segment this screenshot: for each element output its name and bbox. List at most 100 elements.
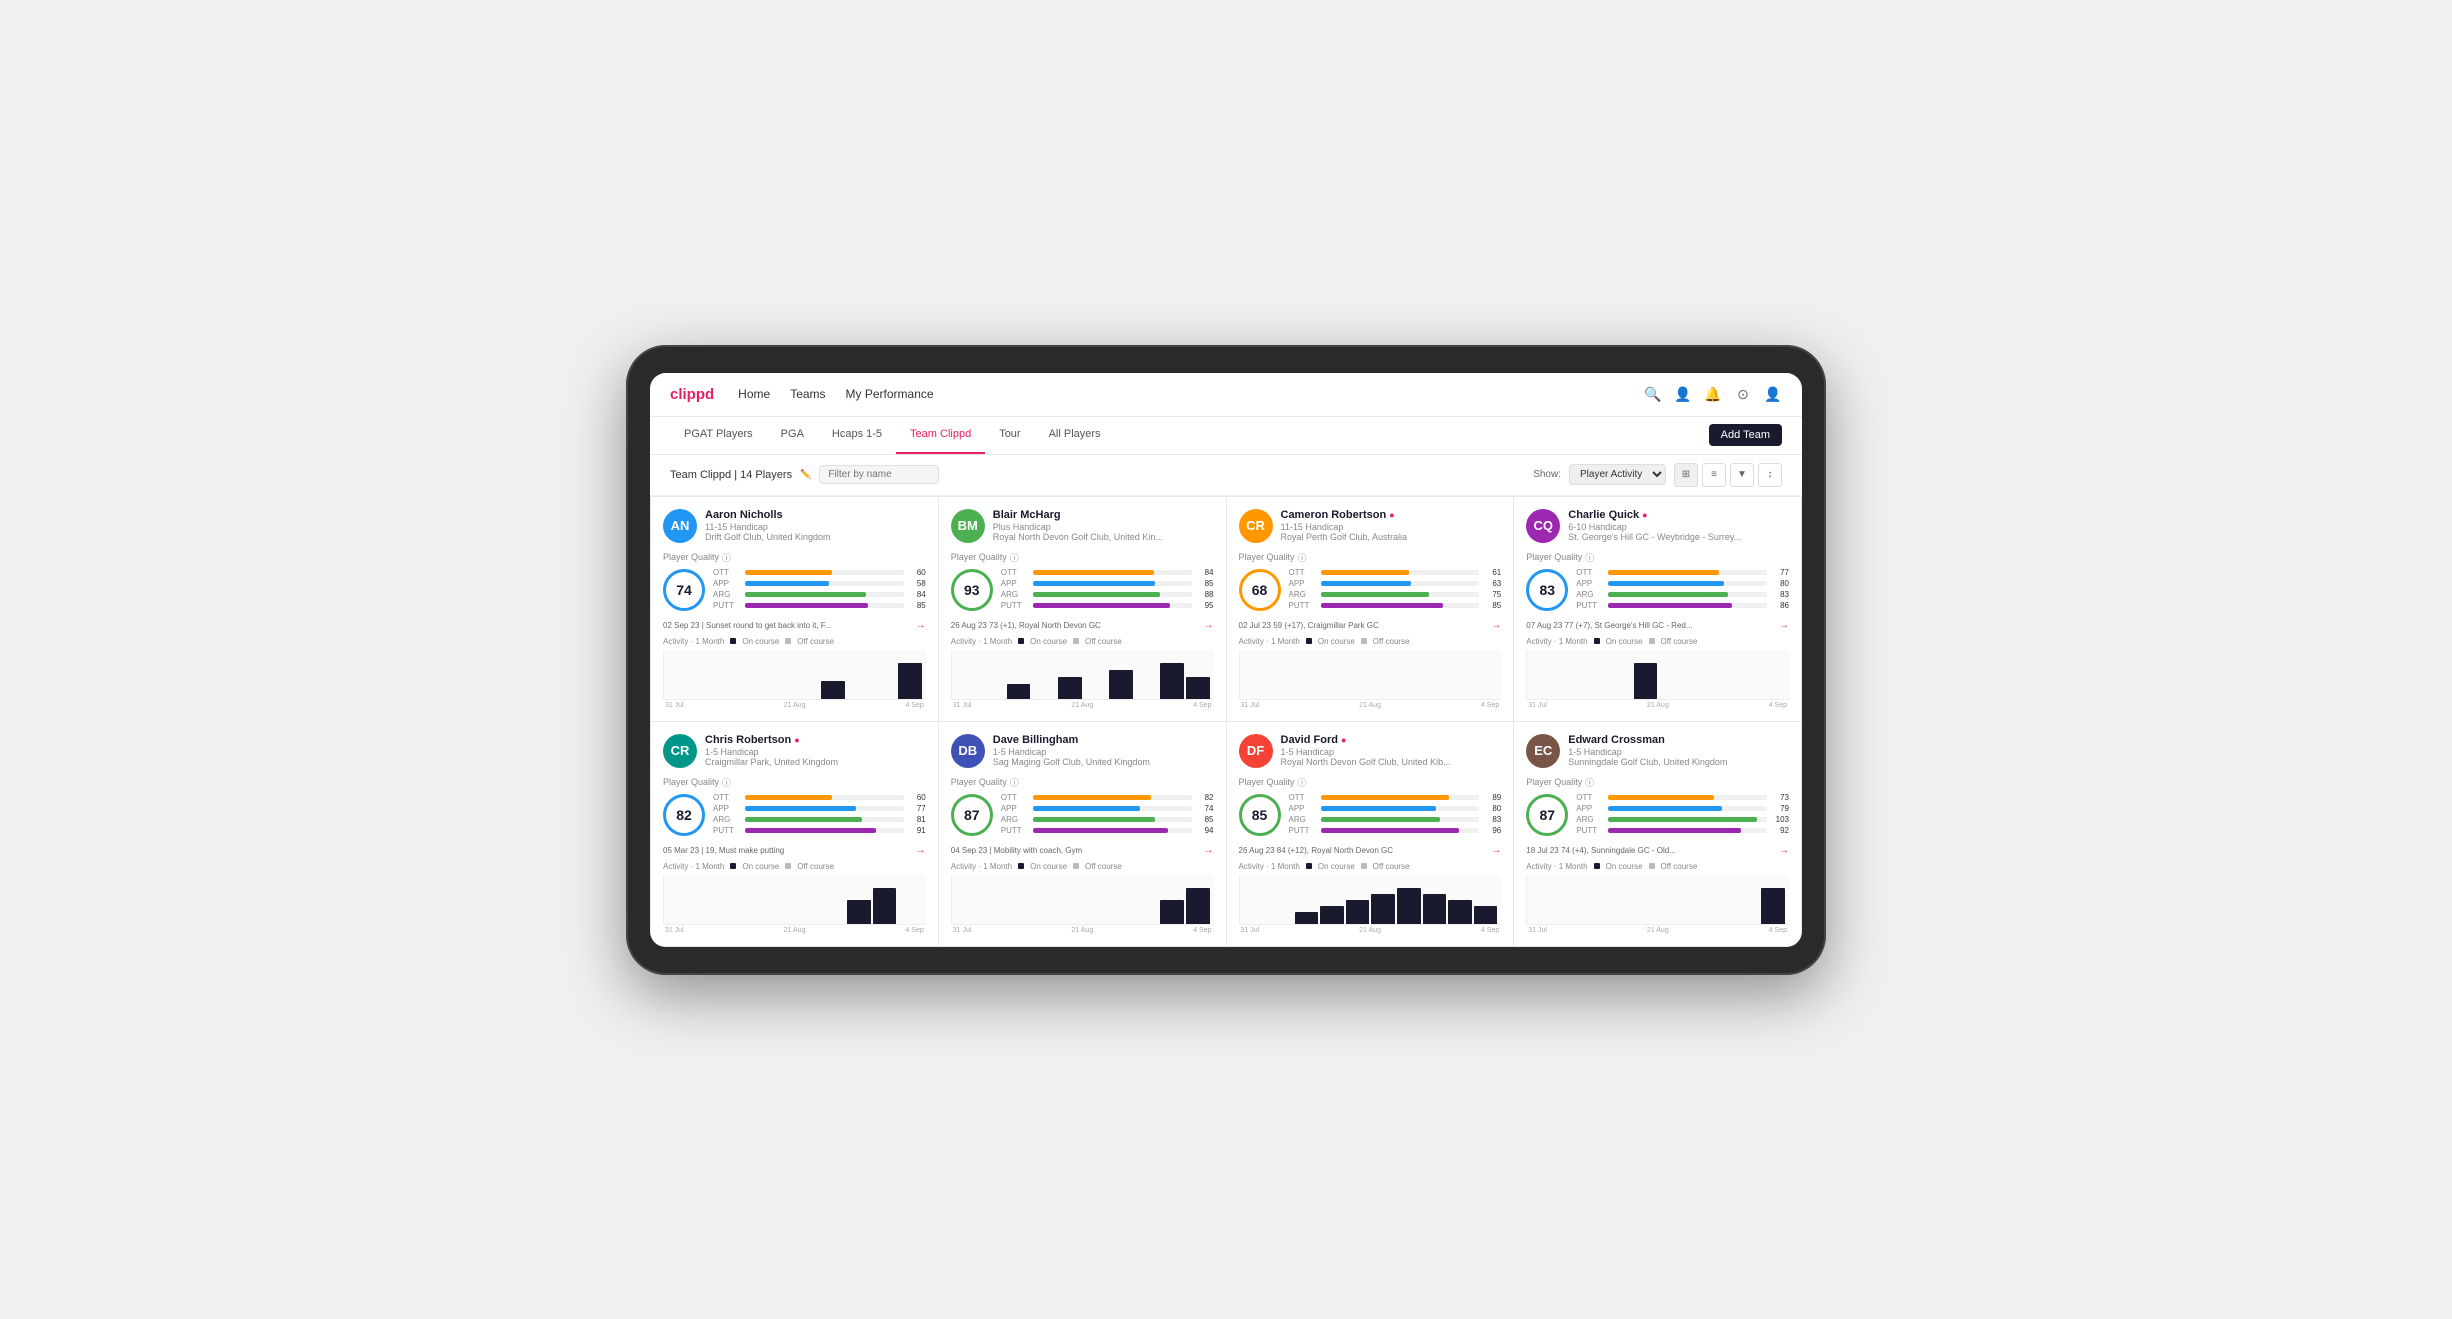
quality-score[interactable]: 85: [1239, 794, 1281, 836]
stat-value: 60: [908, 568, 926, 577]
date-start: 31 Jul: [953, 702, 972, 709]
latest-round[interactable]: 02 Sep 23 | Sunset round to get back int…: [663, 620, 926, 631]
latest-round[interactable]: 02 Jul 23 59 (+17), Craigmillar Park GC …: [1239, 620, 1502, 631]
stat-value: 61: [1483, 568, 1501, 577]
add-team-button[interactable]: Add Team: [1709, 424, 1782, 446]
quality-content: 68 OTT 61 APP 63 ARG: [1239, 568, 1502, 612]
chart-dates: 31 Jul 21 Aug 4 Sep: [1526, 702, 1789, 709]
search-input[interactable]: [819, 465, 939, 484]
sub-nav: PGAT Players PGA Hcaps 1-5 Team Clippd T…: [650, 417, 1802, 455]
activity-title: Activity · 1 Month: [1526, 637, 1587, 646]
settings-icon[interactable]: ⊙: [1734, 385, 1752, 403]
chart-area: [1526, 650, 1789, 700]
quality-score[interactable]: 74: [663, 569, 705, 611]
tab-all-players[interactable]: All Players: [1035, 417, 1115, 454]
player-name[interactable]: David Ford ●: [1281, 734, 1502, 746]
stat-row: ARG 84: [713, 590, 926, 599]
player-name[interactable]: Chris Robertson ●: [705, 734, 926, 746]
stat-name: APP: [1289, 579, 1317, 588]
player-card[interactable]: CQ Charlie Quick ● 6-10 Handicap St. Geo…: [1514, 497, 1801, 721]
player-card[interactable]: CR Cameron Robertson ● 11-15 Handicap Ro…: [1227, 497, 1514, 721]
off-course-label: Off course: [797, 862, 834, 871]
player-card[interactable]: EC Edward Crossman 1-5 Handicap Sunningd…: [1514, 722, 1801, 946]
sub-nav-tabs: PGAT Players PGA Hcaps 1-5 Team Clippd T…: [670, 417, 1115, 454]
player-name[interactable]: Cameron Robertson ●: [1281, 509, 1502, 521]
player-card[interactable]: CR Chris Robertson ● 1-5 Handicap Craigm…: [651, 722, 938, 946]
latest-round[interactable]: 26 Aug 23 84 (+12), Royal North Devon GC…: [1239, 845, 1502, 856]
tab-team-clippd[interactable]: Team Clippd: [896, 417, 985, 454]
player-card[interactable]: DF David Ford ● 1-5 Handicap Royal North…: [1227, 722, 1514, 946]
player-club: Sag Maging Golf Club, United Kingdom: [993, 757, 1214, 767]
on-course-label: On course: [742, 862, 779, 871]
activity-label: Activity · 1 Month On course Off course: [1526, 637, 1789, 646]
chart-bar: [1346, 900, 1370, 924]
grid-view-icon[interactable]: ⊞: [1674, 463, 1698, 487]
quality-label: Player Quality ⓘ: [1239, 776, 1502, 789]
stat-bar-container: [1033, 592, 1192, 597]
quality-score[interactable]: 87: [951, 794, 993, 836]
quality-section: Player Quality ⓘ 85 OTT 89 APP 80: [1239, 776, 1502, 837]
nav-home[interactable]: Home: [738, 387, 770, 401]
latest-round-text: 05 Mar 23 | 19, Must make putting: [663, 846, 784, 855]
quality-label: Player Quality ⓘ: [1526, 551, 1789, 564]
latest-round[interactable]: 26 Aug 23 73 (+1), Royal North Devon GC …: [951, 620, 1214, 631]
latest-round[interactable]: 07 Aug 23 77 (+7), St George's Hill GC -…: [1526, 620, 1789, 631]
chart-area: [1239, 875, 1502, 925]
stat-row: APP 80: [1289, 804, 1502, 813]
stat-bar-container: [1033, 817, 1192, 822]
quality-score[interactable]: 82: [663, 794, 705, 836]
chart-area: [663, 650, 926, 700]
stats-table: OTT 60 APP 77 ARG 81 PU: [713, 793, 926, 837]
quality-content: 87 OTT 73 APP 79 ARG: [1526, 793, 1789, 837]
quality-score[interactable]: 83: [1526, 569, 1568, 611]
player-club: Drift Golf Club, United Kingdom: [705, 532, 926, 542]
player-card[interactable]: BM Blair McHarg Plus Handicap Royal Nort…: [939, 497, 1226, 721]
on-course-legend: [1594, 863, 1600, 869]
filter-icon[interactable]: ▼: [1730, 463, 1754, 487]
stat-bar: [1321, 603, 1444, 608]
quality-score[interactable]: 87: [1526, 794, 1568, 836]
search-icon[interactable]: 🔍: [1644, 385, 1662, 403]
latest-round[interactable]: 18 Jul 23 74 (+4), Sunningdale GC - Old.…: [1526, 845, 1789, 856]
latest-round[interactable]: 04 Sep 23 | Mobility with coach, Gym →: [951, 845, 1214, 856]
profile-icon[interactable]: 👤: [1674, 385, 1692, 403]
player-name[interactable]: Edward Crossman: [1568, 734, 1789, 746]
tab-pgat-players[interactable]: PGAT Players: [670, 417, 767, 454]
chart-bar: [847, 900, 871, 924]
list-view-icon[interactable]: ≡: [1702, 463, 1726, 487]
sort-icon[interactable]: ↕: [1758, 463, 1782, 487]
bell-icon[interactable]: 🔔: [1704, 385, 1722, 403]
edit-team-icon[interactable]: ✏️: [800, 469, 811, 480]
player-name[interactable]: Blair McHarg: [993, 509, 1214, 521]
tab-hcaps[interactable]: Hcaps 1-5: [818, 417, 896, 454]
info-icon: ⓘ: [1010, 776, 1019, 789]
tab-tour[interactable]: Tour: [985, 417, 1034, 454]
activity-label: Activity · 1 Month On course Off course: [1526, 862, 1789, 871]
quality-score[interactable]: 68: [1239, 569, 1281, 611]
stat-name: ARG: [1576, 815, 1604, 824]
latest-round[interactable]: 05 Mar 23 | 19, Must make putting →: [663, 845, 926, 856]
nav-my-performance[interactable]: My Performance: [846, 387, 934, 401]
chart-dates: 31 Jul 21 Aug 4 Sep: [663, 702, 926, 709]
user-avatar-icon[interactable]: 👤: [1764, 385, 1782, 403]
quality-content: 83 OTT 77 APP 80 ARG: [1526, 568, 1789, 612]
date-mid: 21 Aug: [1359, 702, 1381, 709]
tab-pga[interactable]: PGA: [767, 417, 818, 454]
stat-value: 95: [1196, 601, 1214, 610]
stat-bar: [1033, 795, 1151, 800]
latest-round-arrow: →: [1491, 620, 1501, 631]
stats-table: OTT 89 APP 80 ARG 83 PU: [1289, 793, 1502, 837]
stat-name: OTT: [1576, 793, 1604, 802]
player-name[interactable]: Charlie Quick ●: [1568, 509, 1789, 521]
player-name[interactable]: Aaron Nicholls: [705, 509, 926, 521]
nav-teams[interactable]: Teams: [790, 387, 825, 401]
show-select[interactable]: Player Activity: [1569, 464, 1666, 485]
player-card[interactable]: AN Aaron Nicholls 11-15 Handicap Drift G…: [651, 497, 938, 721]
stat-bar: [745, 795, 832, 800]
chart-bar: [1320, 906, 1344, 924]
stat-bar: [1608, 603, 1732, 608]
player-name[interactable]: Dave Billingham: [993, 734, 1214, 746]
player-card[interactable]: DB Dave Billingham 1-5 Handicap Sag Magi…: [939, 722, 1226, 946]
stat-name: OTT: [1289, 793, 1317, 802]
quality-score[interactable]: 93: [951, 569, 993, 611]
